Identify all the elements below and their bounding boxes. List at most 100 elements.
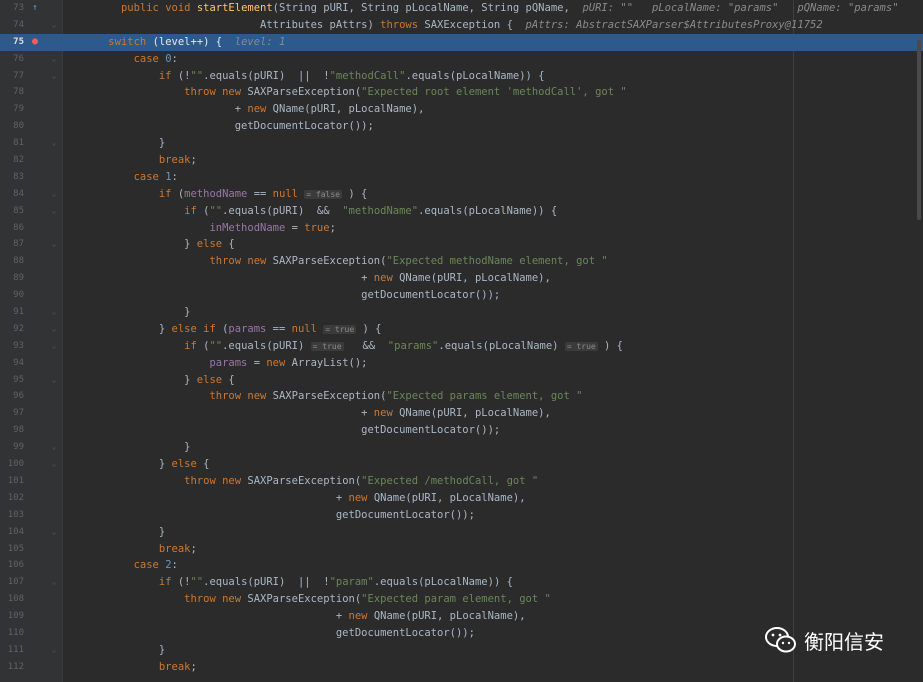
code-line[interactable]: 101 throw new SAXParseException("Expecte… bbox=[0, 473, 923, 490]
code-line[interactable]: 85 ⌄ if ("".equals(pURI) && "methodName".… bbox=[0, 203, 923, 220]
inline-debug-value: pAttrs: AbstractSAXParser$AttributesProx… bbox=[525, 18, 823, 31]
line-number[interactable]: 104 bbox=[0, 524, 24, 541]
line-number[interactable]: 100 bbox=[0, 456, 24, 473]
fold-marker-icon[interactable]: ⌄ bbox=[49, 51, 59, 68]
line-number[interactable]: 84 bbox=[0, 186, 24, 203]
fold-marker-icon[interactable]: ⌄ bbox=[49, 524, 59, 541]
line-number[interactable]: 88 bbox=[0, 253, 24, 270]
code-line[interactable]: 86 inMethodName = true; bbox=[0, 220, 923, 237]
line-number[interactable]: 87 bbox=[0, 236, 24, 253]
code-line[interactable]: 98 getDocumentLocator()); bbox=[0, 422, 923, 439]
line-number[interactable]: 110 bbox=[0, 625, 24, 642]
code-line[interactable]: 80 getDocumentLocator()); bbox=[0, 118, 923, 135]
line-number[interactable]: 96 bbox=[0, 388, 24, 405]
fold-marker-icon[interactable]: ⌄ bbox=[49, 456, 59, 473]
line-number[interactable]: 107 bbox=[0, 574, 24, 591]
line-number[interactable]: 81 bbox=[0, 135, 24, 152]
line-number[interactable]: 105 bbox=[0, 541, 24, 558]
code-line[interactable]: 76 ⌄ case 0: bbox=[0, 51, 923, 68]
fold-marker-icon[interactable]: ⌄ bbox=[49, 135, 59, 152]
code-line[interactable]: 94 params = new ArrayList(); bbox=[0, 355, 923, 372]
line-number[interactable]: 92 bbox=[0, 321, 24, 338]
line-number[interactable]: 74 bbox=[0, 17, 24, 34]
code-line[interactable]: 89 + new QName(pURI, pLocalName), bbox=[0, 270, 923, 287]
line-number[interactable]: 102 bbox=[0, 490, 24, 507]
line-number[interactable]: 95 bbox=[0, 372, 24, 389]
line-number[interactable]: 94 bbox=[0, 355, 24, 372]
line-number[interactable]: 99 bbox=[0, 439, 24, 456]
line-number[interactable]: 80 bbox=[0, 118, 24, 135]
code-line[interactable]: 105 break; bbox=[0, 541, 923, 558]
line-number[interactable]: 97 bbox=[0, 405, 24, 422]
fold-marker-icon[interactable]: ⌄ bbox=[49, 439, 59, 456]
code-line[interactable]: 95 ⌄ } else { bbox=[0, 372, 923, 389]
code-line[interactable]: 112 break; bbox=[0, 659, 923, 676]
code-line[interactable]: 84 ⌄ if (methodName == null = false ) { bbox=[0, 186, 923, 203]
line-number[interactable]: 111 bbox=[0, 642, 24, 659]
code-line[interactable]: 83 case 1: bbox=[0, 169, 923, 186]
code-line[interactable]: 106 case 2: bbox=[0, 557, 923, 574]
fold-marker-icon[interactable]: ⌄ bbox=[49, 338, 59, 355]
line-number[interactable]: 90 bbox=[0, 287, 24, 304]
current-execution-line[interactable]: 75 ● ⌄ switch (level++) { level: 1 bbox=[0, 33, 923, 51]
line-number[interactable]: 79 bbox=[0, 101, 24, 118]
code-editor[interactable]: 73 ↑ public void startElement(String pURI… bbox=[0, 0, 923, 682]
code-line[interactable]: 79 + new QName(pURI, pLocalName), bbox=[0, 101, 923, 118]
line-number[interactable]: 101 bbox=[0, 473, 24, 490]
code-line[interactable]: 82 break; bbox=[0, 152, 923, 169]
code-line[interactable]: 88 throw new SAXParseException("Expected… bbox=[0, 253, 923, 270]
code-line[interactable]: 93 ⌄ if ("".equals(pURI) = true && "param… bbox=[0, 338, 923, 355]
fold-marker-icon[interactable]: ⌄ bbox=[49, 304, 59, 321]
fold-marker-icon[interactable]: ⌄ bbox=[49, 642, 59, 659]
code-line[interactable]: 107 ⌄ if (!"".equals(pURI) || !"param".eq… bbox=[0, 574, 923, 591]
line-number[interactable]: 109 bbox=[0, 608, 24, 625]
line-number[interactable]: 112 bbox=[0, 659, 24, 676]
code-line[interactable]: 91 ⌄ } bbox=[0, 304, 923, 321]
line-number[interactable]: 93 bbox=[0, 338, 24, 355]
code-line[interactable]: 77 ⌄ if (!"".equals(pURI) || !"methodCall… bbox=[0, 68, 923, 85]
fold-marker-icon[interactable]: ⌄ bbox=[49, 574, 59, 591]
code-line[interactable]: 97 + new QName(pURI, pLocalName), bbox=[0, 405, 923, 422]
line-number[interactable]: 76 bbox=[0, 51, 24, 68]
code-line[interactable]: 102 + new QName(pURI, pLocalName), bbox=[0, 490, 923, 507]
code-line[interactable]: 74 ⌄ Attributes pAttrs) throws SAXExcepti… bbox=[0, 17, 923, 34]
fold-marker-icon[interactable]: ⌄ bbox=[49, 186, 59, 203]
code-line[interactable]: 108 throw new SAXParseException("Expecte… bbox=[0, 591, 923, 608]
line-number[interactable]: 85 bbox=[0, 203, 24, 220]
code-line[interactable]: 92 ⌄ } else if (params == null = true ) { bbox=[0, 321, 923, 338]
breakpoint-icon[interactable]: ● bbox=[30, 34, 40, 51]
line-number[interactable]: 108 bbox=[0, 591, 24, 608]
code-line[interactable]: 81 ⌄ } bbox=[0, 135, 923, 152]
code-line[interactable]: 104 ⌄ } bbox=[0, 524, 923, 541]
code-line[interactable]: 96 throw new SAXParseException("Expected… bbox=[0, 388, 923, 405]
code-line[interactable]: 87 ⌄ } else { bbox=[0, 236, 923, 253]
scrollbar-thumb[interactable] bbox=[917, 40, 921, 220]
code-line[interactable]: 103 getDocumentLocator()); bbox=[0, 507, 923, 524]
fold-marker-icon[interactable]: ⌄ bbox=[49, 236, 59, 253]
line-number[interactable]: 103 bbox=[0, 507, 24, 524]
line-number[interactable]: 86 bbox=[0, 220, 24, 237]
fold-marker-icon[interactable]: ⌄ bbox=[49, 203, 59, 220]
code-line[interactable]: 99 ⌄ } bbox=[0, 439, 923, 456]
line-number[interactable]: 89 bbox=[0, 270, 24, 287]
code-line[interactable]: 100 ⌄ } else { bbox=[0, 456, 923, 473]
line-number[interactable]: 82 bbox=[0, 152, 24, 169]
line-number[interactable]: 83 bbox=[0, 169, 24, 186]
line-number[interactable]: 106 bbox=[0, 557, 24, 574]
code-line[interactable]: 73 ↑ public void startElement(String pURI… bbox=[0, 0, 923, 17]
fold-marker-icon[interactable]: ⌄ bbox=[49, 17, 59, 34]
line-number[interactable]: 78 bbox=[0, 84, 24, 101]
line-number[interactable]: 91 bbox=[0, 304, 24, 321]
fold-marker-icon[interactable]: ⌄ bbox=[49, 68, 59, 85]
code-line[interactable]: 109 + new QName(pURI, pLocalName), bbox=[0, 608, 923, 625]
line-number[interactable]: 77 bbox=[0, 68, 24, 85]
fold-marker-icon[interactable]: ⌄ bbox=[49, 34, 59, 51]
code-line[interactable]: 78 throw new SAXParseException("Expected… bbox=[0, 84, 923, 101]
line-number[interactable]: 98 bbox=[0, 422, 24, 439]
fold-marker-icon[interactable]: ⌄ bbox=[49, 321, 59, 338]
line-number[interactable]: 75 bbox=[0, 34, 24, 51]
fold-marker-icon[interactable]: ⌄ bbox=[49, 372, 59, 389]
override-icon[interactable]: ↑ bbox=[30, 0, 40, 17]
code-line[interactable]: 90 getDocumentLocator()); bbox=[0, 287, 923, 304]
line-number[interactable]: 73 bbox=[0, 0, 24, 17]
